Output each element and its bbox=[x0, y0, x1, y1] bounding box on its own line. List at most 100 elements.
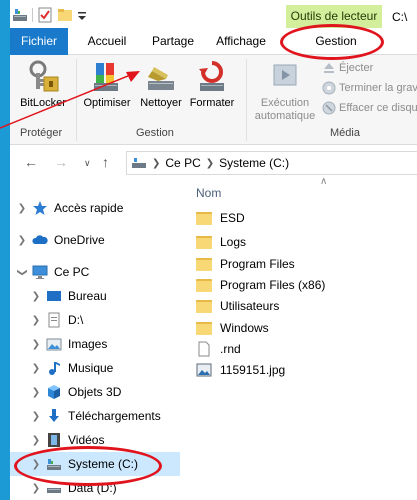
nav-label: Bureau bbox=[68, 289, 107, 303]
file-name: Program Files bbox=[220, 257, 295, 271]
history-dropdown-icon[interactable]: ∨ bbox=[84, 158, 91, 169]
tab-accueil[interactable]: Accueil bbox=[76, 28, 138, 55]
nav-label: Téléchargements bbox=[68, 409, 161, 423]
media-group-label: Média bbox=[330, 127, 360, 139]
autoplay-icon bbox=[273, 64, 297, 86]
quick-access-toolbar bbox=[12, 6, 87, 24]
chevron-right-icon[interactable]: ❯ bbox=[30, 363, 42, 374]
drive-icon bbox=[132, 158, 146, 168]
folder-icon bbox=[196, 278, 212, 292]
folder-icon bbox=[196, 321, 212, 335]
formater-button[interactable]: Formater bbox=[186, 59, 238, 121]
file-name: Windows bbox=[220, 321, 269, 335]
drive-icon[interactable] bbox=[12, 8, 28, 22]
nav-item-objets-3d[interactable]: ❯ Objets 3D bbox=[10, 380, 180, 404]
qat-dropdown-icon[interactable] bbox=[77, 7, 87, 23]
nav-item-onedrive[interactable]: ❯ OneDrive bbox=[10, 228, 180, 252]
file-name: Utilisateurs bbox=[220, 299, 280, 313]
effacer-label: Effacer ce disque bbox=[339, 102, 417, 114]
desktop-icon bbox=[47, 291, 61, 301]
cube-3d-icon bbox=[48, 385, 60, 399]
eject-icon bbox=[324, 63, 334, 73]
file-row[interactable]: Program Files (x86) bbox=[196, 275, 325, 295]
breadcrumb-chevron-icon[interactable]: ❯ bbox=[206, 158, 214, 169]
terminer-gravure-button[interactable]: Terminer la gravure bbox=[322, 79, 417, 97]
breadcrumb-chevron-icon[interactable]: ❯ bbox=[152, 158, 160, 169]
nav-item-acces-rapide[interactable]: ❯ Accès rapide bbox=[10, 196, 180, 220]
file-row[interactable]: Program Files bbox=[196, 254, 295, 274]
forward-arrow-icon[interactable]: → bbox=[54, 154, 68, 170]
file-row[interactable]: Utilisateurs bbox=[196, 296, 279, 316]
execution-label-line2: automatique bbox=[254, 110, 316, 122]
chevron-right-icon[interactable]: ❯ bbox=[30, 411, 42, 422]
nav-label: Accès rapide bbox=[54, 201, 124, 215]
breadcrumb-systeme[interactable]: Systeme (C:) bbox=[219, 156, 289, 170]
chevron-right-icon[interactable]: ❯ bbox=[30, 387, 42, 398]
ejecter-button[interactable]: Éjecter bbox=[322, 59, 373, 77]
title-bar: Outils de lecteur C:\ bbox=[10, 0, 417, 28]
execution-automatique-button[interactable]: Exécution automatique bbox=[250, 59, 320, 122]
breadcrumb-ce-pc[interactable]: Ce PC bbox=[165, 156, 200, 170]
folder-icon bbox=[196, 211, 212, 225]
back-arrow-icon[interactable]: ← bbox=[24, 154, 38, 170]
effacer-disque-button[interactable]: Effacer ce disque bbox=[322, 99, 417, 117]
ribbon-separator bbox=[246, 59, 247, 141]
file-name: ESD bbox=[220, 211, 245, 225]
folder-icon bbox=[196, 299, 212, 313]
chevron-down-icon[interactable]: ❯ bbox=[17, 266, 28, 278]
chevron-right-icon[interactable]: ❯ bbox=[16, 203, 28, 214]
execution-label-line1: Exécution bbox=[260, 97, 310, 109]
nav-label: Images bbox=[68, 337, 108, 351]
terminer-label: Terminer la gravure bbox=[339, 82, 417, 94]
window-title: C:\ bbox=[392, 10, 408, 24]
document-icon bbox=[48, 312, 60, 328]
chevron-right-icon[interactable]: ❯ bbox=[30, 483, 42, 494]
file-row[interactable]: .rnd bbox=[196, 339, 241, 359]
cloud-icon bbox=[32, 235, 48, 244]
tab-affichage[interactable]: Affichage bbox=[208, 28, 274, 55]
chevron-right-icon[interactable]: ❯ bbox=[30, 435, 42, 446]
nav-item-telechargements[interactable]: ❯ Téléchargements bbox=[10, 404, 180, 428]
tab-partage[interactable]: Partage bbox=[142, 28, 204, 55]
file-list-pane: ∧ Nom ESD Logs Program Files Program Fil… bbox=[188, 176, 417, 500]
tab-fichier[interactable]: Fichier bbox=[10, 28, 68, 55]
qat-separator bbox=[32, 8, 33, 22]
ejecter-label: Éjecter bbox=[339, 62, 374, 74]
chevron-right-icon[interactable]: ❯ bbox=[16, 235, 28, 246]
nav-label: Musique bbox=[68, 361, 114, 375]
new-folder-icon[interactable] bbox=[57, 7, 73, 23]
image-file-icon bbox=[196, 363, 212, 377]
nav-label: Objets 3D bbox=[68, 385, 122, 399]
file-name: .rnd bbox=[220, 342, 241, 356]
nav-label: D:\ bbox=[68, 313, 84, 327]
chevron-right-icon[interactable]: ❯ bbox=[30, 291, 42, 302]
file-name: Logs bbox=[220, 235, 247, 249]
burn-disc-icon bbox=[322, 81, 336, 95]
nav-item-bureau[interactable]: ❯ Bureau bbox=[10, 284, 180, 308]
pictures-icon bbox=[46, 338, 62, 351]
nav-item-ce-pc[interactable]: ❯ Ce PC bbox=[10, 260, 180, 284]
nav-label: Ce PC bbox=[54, 265, 90, 279]
address-bar[interactable]: ❯ Ce PC ❯ Systeme (C:) bbox=[126, 151, 417, 175]
annotation-arrow-icon bbox=[0, 71, 140, 129]
chevron-right-icon[interactable]: ❯ bbox=[30, 315, 42, 326]
properties-icon[interactable] bbox=[37, 7, 53, 23]
up-arrow-icon[interactable]: ↑ bbox=[102, 154, 109, 170]
erase-disc-icon bbox=[322, 101, 336, 115]
column-header-nom[interactable]: Nom bbox=[196, 186, 221, 200]
file-row[interactable]: Windows bbox=[196, 318, 269, 338]
file-name: 1159151.jpg bbox=[220, 363, 286, 377]
file-row[interactable]: ESD bbox=[196, 208, 245, 228]
sort-ascending-icon: ∧ bbox=[320, 176, 328, 187]
nav-label: OneDrive bbox=[54, 233, 105, 247]
star-icon bbox=[33, 201, 47, 215]
blank-file-icon bbox=[198, 341, 210, 357]
annotation-circle-systeme bbox=[14, 446, 162, 486]
nav-item-d[interactable]: ❯ D:\ bbox=[10, 308, 180, 332]
music-note-icon bbox=[49, 362, 60, 375]
chevron-right-icon[interactable]: ❯ bbox=[30, 339, 42, 350]
nav-item-images[interactable]: ❯ Images bbox=[10, 332, 180, 356]
file-row[interactable]: Logs bbox=[196, 232, 246, 252]
nav-item-musique[interactable]: ❯ Musique bbox=[10, 356, 180, 380]
file-row[interactable]: 1159151.jpg bbox=[196, 360, 285, 380]
